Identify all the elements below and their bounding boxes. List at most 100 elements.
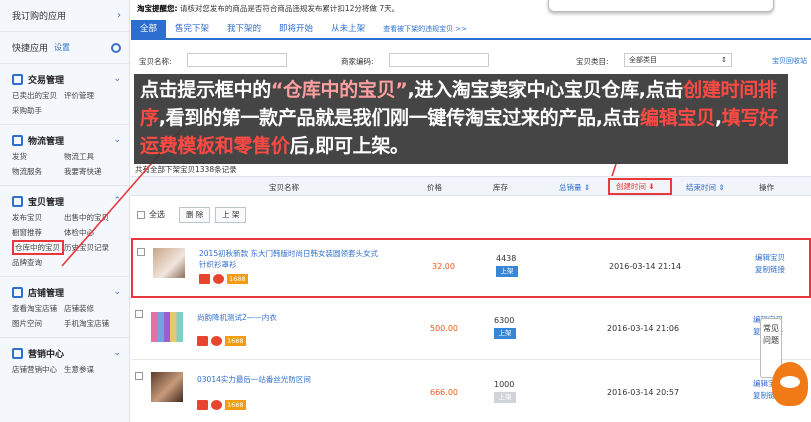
sidebar-link[interactable]: 历史宝贝记录 (64, 242, 116, 253)
sidebar-link[interactable]: 店铺装修 (64, 303, 116, 314)
sidebar-link[interactable]: 体检中心 (64, 227, 116, 238)
table-row: 尚韵降机测试2——内衣 1688 500.00 6300 上架 2016-03-1… (131, 302, 811, 360)
quick-apps-label: 快捷应用 (12, 44, 49, 54)
col-sales-label: 总销量 (559, 183, 582, 192)
my-apps-link[interactable]: 我订购的应用 › (0, 0, 129, 32)
chevron-down-icon[interactable]: ⌄ (113, 135, 121, 145)
publish-button[interactable]: 上 架 (215, 207, 247, 223)
publish-row-button[interactable]: 上架 (496, 266, 518, 277)
sidebar-link-warehouse-items[interactable]: 仓库中的宝贝 (12, 240, 64, 255)
chevron-down-icon[interactable]: ⌄ (113, 74, 121, 84)
source-tag: 1688 (225, 400, 246, 410)
row-checkbox[interactable] (135, 372, 143, 380)
sidebar-section-header[interactable]: 物流管理 ⌄ (12, 131, 121, 149)
sidebar-section-marketing: 营销中心 ⌄ 店铺营销中心 生意参谋 (0, 338, 129, 383)
category-select[interactable]: 全部类目 (624, 53, 732, 67)
product-thumbnail[interactable] (153, 248, 185, 278)
sidebar-section-header[interactable]: 交易管理 ⌄ (12, 70, 121, 88)
product-thumbnail[interactable] (151, 372, 183, 402)
col-stock: 库存 (493, 183, 508, 192)
chevron-up-icon[interactable]: ⌃ (113, 196, 121, 206)
product-thumbnail[interactable] (151, 312, 183, 342)
quick-apps-settings-link[interactable]: 设置 (54, 42, 70, 53)
sidebar-link[interactable]: 物流服务 (12, 166, 64, 177)
row-checkbox[interactable] (137, 248, 145, 256)
publish-row-button[interactable]: 上架 (494, 392, 516, 403)
item-name-label: 宝贝名称: (139, 57, 172, 66)
source-tag: 1688 (227, 274, 248, 284)
col-sales[interactable]: 总销量 ⇕ (559, 182, 590, 193)
sidebar-link[interactable]: 发布宝贝 (12, 212, 64, 223)
sidebar-link[interactable]: 品牌查询 (12, 257, 64, 268)
tab-all[interactable]: 全部 (131, 20, 167, 38)
product-title-link[interactable]: 03014实力最后一站番丝光防区间 (197, 374, 377, 385)
badge-icon (213, 274, 224, 284)
tab-my-delisted[interactable]: 我下架的 (218, 20, 270, 38)
tab-violations-link[interactable]: 查看被下架的违规宝贝 >> (374, 20, 476, 38)
sidebar-link[interactable]: 出售中的宝贝 (64, 212, 116, 223)
sidebar-link[interactable]: 采购助手 (12, 105, 64, 116)
table-header: 宝贝名称 价格 库存 总销量 ⇕ 创建时间 ⬇ 结束时间 ⇕ 操作 (131, 176, 811, 196)
section-title: 宝贝管理 (28, 197, 65, 208)
merchant-code-input[interactable] (389, 53, 489, 67)
gear-icon[interactable] (111, 42, 121, 53)
sidebar-link[interactable]: 橱窗推荐 (12, 227, 64, 238)
chevron-down-icon[interactable]: ⌄ (113, 348, 121, 358)
table-row: 2015初秋新款 东大门韩版时尚日韩女装圆领套头女式针织衫罩衫 1688 32.… (131, 238, 811, 298)
tab-never-listed[interactable]: 从未上架 (322, 20, 374, 38)
mascot-icon[interactable] (772, 362, 808, 406)
bulk-action-bar: 全选 删 除 上 架 (131, 205, 811, 225)
megaphone-icon (12, 347, 23, 359)
sidebar-section-header[interactable]: 营销中心 ⌄ (12, 344, 121, 362)
overlay-highlight: “仓库中的宝贝” (270, 79, 408, 101)
chevron-down-icon[interactable]: ⌄ (113, 287, 121, 297)
source-tag: 1688 (225, 336, 246, 346)
sidebar-section-header[interactable]: 店铺管理 ⌄ (12, 283, 121, 301)
sidebar-link[interactable]: 店铺营销中心 (12, 364, 64, 375)
sidebar-link[interactable]: 图片空间 (12, 318, 64, 329)
price: 32.00 (432, 262, 455, 271)
delete-button[interactable]: 删 除 (179, 207, 211, 223)
sidebar-section-logistics: 物流管理 ⌄ 发货 物流工具 物流服务 我要寄快递 (0, 125, 129, 186)
section-title: 交易管理 (28, 75, 65, 86)
tab-upcoming[interactable]: 即将开始 (270, 20, 322, 38)
recycle-bin-link[interactable]: 宝贝回收站 (772, 56, 807, 66)
price: 666.00 (430, 388, 458, 397)
created-time: 2016-03-14 20:57 (607, 388, 680, 397)
badge-icon (211, 336, 222, 346)
sidebar-link[interactable]: 发货 (12, 151, 64, 162)
item-name-input[interactable] (187, 53, 287, 67)
col-end[interactable]: 结束时间 ⇕ (686, 182, 725, 193)
shop-icon (199, 274, 210, 284)
overlay-highlight: 编辑宝贝 (640, 107, 715, 129)
select-all-checkbox[interactable] (137, 211, 145, 219)
sidebar-link[interactable]: 已卖出的宝贝 (12, 90, 64, 101)
product-title-link[interactable]: 2015初秋新款 东大门韩版时尚日韩女装圆领套头女式针织衫罩衫 (199, 248, 379, 270)
copy-link[interactable]: 复制链接 (755, 264, 785, 276)
edit-item-link[interactable]: 编辑宝贝 (755, 252, 785, 264)
overlay-text: ,看到的第一款产品就是我们刚一键传淘宝过来的产品,点击 (158, 107, 641, 129)
stock-cell: 4438 上架 (496, 254, 518, 277)
sidebar-link[interactable]: 生意参谋 (64, 364, 116, 375)
merchant-code-label: 商家编码: (341, 57, 374, 66)
section-title: 营销中心 (28, 349, 65, 360)
sidebar-link[interactable]: 查看淘宝店铺 (12, 303, 64, 314)
stock-value: 4438 (496, 254, 517, 263)
sidebar-link[interactable]: 评价管理 (64, 90, 116, 101)
publish-row-button[interactable]: 上架 (494, 328, 516, 339)
sidebar-section-header[interactable]: 宝贝管理 ⌃ (12, 192, 121, 210)
sidebar-link[interactable]: 物流工具 (64, 151, 116, 162)
row-checkbox[interactable] (135, 310, 143, 318)
product-title-link[interactable]: 尚韵降机测试2——内衣 (197, 312, 377, 323)
tab-sold-out[interactable]: 售完下架 (166, 20, 218, 38)
quick-apps: 快捷应用 设置 (0, 32, 129, 64)
stock-cell: 6300 上架 (494, 316, 516, 339)
sidebar-link[interactable]: 手机淘宝店铺 (64, 318, 116, 329)
created-time: 2016-03-14 21:06 (607, 324, 680, 333)
sort-by-created-button[interactable]: 创建时间 ⬇ (608, 178, 672, 195)
tutorial-overlay: 点击提示框中的“仓库中的宝贝”,进入淘宝卖家中心宝贝仓库,点击创建时间排序,看到… (134, 74, 788, 164)
stock-cell: 1000 上架 (494, 380, 516, 403)
sidebar-link[interactable]: 我要寄快递 (64, 166, 116, 177)
sidebar-section-trade: 交易管理 ⌄ 已卖出的宝贝 评价管理 采购助手 (0, 64, 129, 125)
my-apps-label: 我订购的应用 (12, 12, 67, 22)
